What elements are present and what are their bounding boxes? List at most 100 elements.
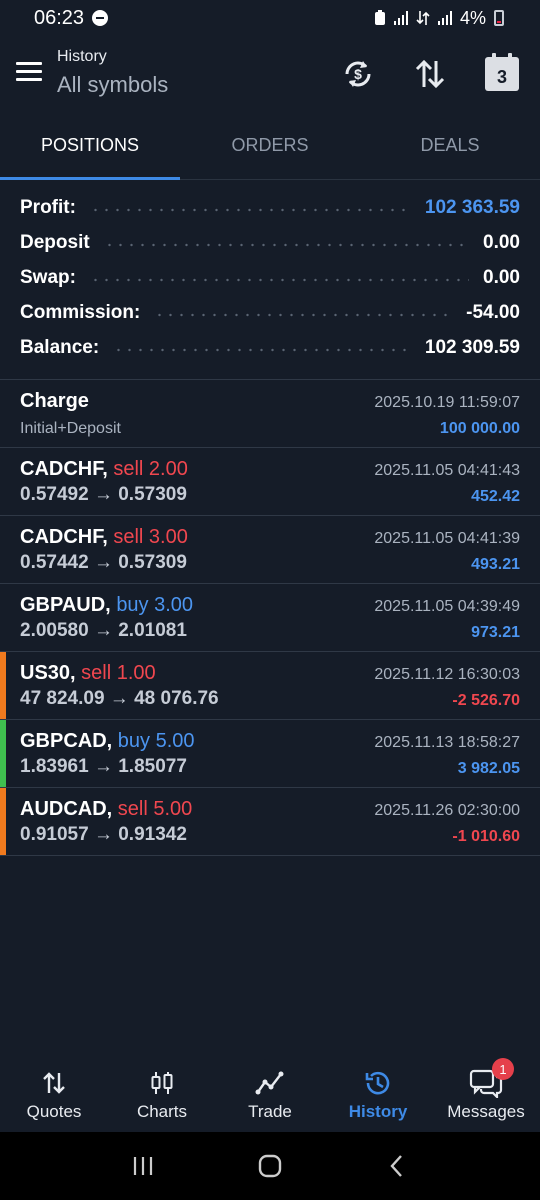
dot-leader (89, 277, 470, 282)
deal-detail: Initial+Deposit (20, 420, 121, 437)
symbol-filter[interactable]: All symbols (57, 72, 168, 98)
menu-icon[interactable] (16, 62, 42, 82)
nav-charts[interactable]: Charts (108, 1058, 216, 1132)
list-item[interactable]: US30, sell 1.00 47 824.09 → 48 076.76 20… (0, 652, 540, 720)
list-item[interactable]: CADCHF, sell 2.00 0.57492 → 0.57309 2025… (0, 448, 540, 516)
dot-leader (154, 312, 453, 317)
balance-label: Balance: (20, 336, 100, 358)
deals-list: Charge Initial+Deposit 2025.10.19 11:59:… (0, 380, 540, 856)
nav-quotes[interactable]: Quotes (0, 1058, 108, 1132)
signal-icon (393, 11, 408, 25)
status-bar: 06:23 4% (0, 0, 540, 36)
signal-icon-2 (437, 11, 452, 25)
dot-leader (103, 242, 470, 247)
deal-symbol: GBPCAD, buy 5.00 (20, 730, 195, 752)
deal-detail: 0.57442 → 0.57309 (20, 552, 187, 573)
battery-icon (494, 10, 504, 26)
nav-trade[interactable]: Trade (216, 1058, 324, 1132)
deal-detail: 47 824.09 → 48 076.76 (20, 688, 219, 709)
nav-label: Messages (447, 1102, 525, 1121)
status-bar-indicator (0, 448, 6, 515)
sort-icon (415, 59, 445, 89)
back-icon (390, 1155, 402, 1177)
deal-time: 2025.11.05 04:41:39 (374, 530, 520, 547)
deal-time: 2025.11.12 16:30:03 (374, 666, 520, 683)
deal-detail: 0.57492 → 0.57309 (20, 484, 187, 505)
deal-time: 2025.11.05 04:41:43 (374, 462, 520, 479)
nav-label: History (348, 1102, 408, 1121)
deal-symbol: US30, sell 1.00 (20, 662, 156, 684)
deal-side: sell 1.00 (81, 662, 156, 684)
profit-value: 102 363.59 (424, 196, 520, 218)
history-tabs: POSITIONS ORDERS DEALS (0, 112, 540, 180)
status-time: 06:23 (34, 6, 85, 29)
deal-symbol: GBPAUD, buy 3.00 (20, 594, 194, 616)
swap-label: Swap: (20, 266, 76, 288)
status-icons: 4% (374, 8, 504, 29)
deal-side: sell 3.00 (113, 526, 188, 548)
currency-exchange-icon: $ (345, 61, 371, 87)
deal-profit: -2 526.70 (452, 692, 520, 709)
status-bar-indicator (0, 652, 6, 719)
deal-symbol: CADCHF, sell 3.00 (20, 526, 188, 548)
swap-value: 0.00 (483, 266, 520, 288)
profit-label: Profit: (20, 196, 76, 218)
nav-label: Trade (248, 1102, 292, 1121)
dot-leader (89, 207, 411, 212)
summary-swap: Swap: 0.00 (0, 260, 540, 295)
list-item[interactable]: GBPCAD, buy 5.00 1.83961 → 1.85077 2025.… (0, 720, 540, 788)
trade-icon (255, 1068, 285, 1098)
quotes-icon (41, 1068, 67, 1098)
svg-text:$: $ (354, 66, 362, 82)
deal-symbol: Charge (20, 390, 89, 412)
list-item[interactable]: GBPAUD, buy 3.00 2.00580 → 2.01081 2025.… (0, 584, 540, 652)
deal-symbol: CADCHF, sell 2.00 (20, 458, 188, 480)
toolbar: History All symbols $ 3 (0, 36, 540, 112)
page-title: History (57, 48, 107, 65)
commission-value: -54.00 (466, 301, 520, 323)
system-navigation-bar (0, 1132, 540, 1200)
deal-profit: 100 000.00 (439, 420, 520, 437)
nav-label: Charts (136, 1102, 188, 1121)
deal-time: 2025.11.26 02:30:00 (374, 802, 520, 819)
bottom-navigation: Quotes Charts Trade History 1 Messages (0, 1058, 540, 1132)
home-button[interactable] (250, 1146, 290, 1186)
tab-positions[interactable]: POSITIONS (0, 112, 180, 180)
deal-time: 2025.10.19 11:59:07 (374, 394, 520, 411)
sort-button[interactable] (410, 54, 450, 94)
deal-time: 2025.11.05 04:39:49 (374, 598, 520, 615)
deal-side: buy 5.00 (117, 730, 195, 752)
back-button[interactable] (377, 1146, 417, 1186)
home-icon (258, 1154, 282, 1178)
recent-apps-button[interactable] (123, 1146, 163, 1186)
currency-exchange-button[interactable]: $ (338, 54, 378, 94)
summary-deposit: Deposit 0.00 (0, 225, 540, 260)
deal-profit: 452.42 (471, 488, 520, 505)
nav-history[interactable]: History (324, 1058, 432, 1132)
deal-detail: 1.83961 → 1.85077 (20, 756, 187, 777)
nav-messages[interactable]: 1 Messages (432, 1058, 540, 1132)
balance-value: 102 309.59 (424, 336, 520, 358)
list-item[interactable]: CADCHF, sell 3.00 0.57442 → 0.57309 2025… (0, 516, 540, 584)
summary-commission: Commission: -54.00 (0, 295, 540, 330)
nav-label: Quotes (26, 1102, 82, 1121)
deal-profit: 3 982.05 (457, 760, 520, 777)
summary-balance: Balance: 102 309.59 (0, 330, 540, 365)
commission-label: Commission: (20, 301, 141, 323)
deal-side: sell 5.00 (117, 798, 193, 820)
history-icon (363, 1068, 393, 1098)
deal-side: buy 3.00 (116, 594, 194, 616)
summary-profit: Profit: 102 363.59 (0, 190, 540, 225)
deal-profit: 493.21 (471, 556, 520, 573)
tab-deals[interactable]: DEALS (360, 112, 540, 179)
list-item[interactable]: Charge Initial+Deposit 2025.10.19 11:59:… (0, 380, 540, 448)
deal-profit: -1 010.60 (452, 828, 520, 845)
summary-panel: Profit: 102 363.59 Deposit 0.00 Swap: 0.… (0, 190, 540, 365)
tab-orders[interactable]: ORDERS (180, 112, 360, 179)
calendar-button[interactable]: 3 (482, 53, 522, 94)
do-not-disturb-icon (92, 10, 109, 26)
deal-symbol: AUDCAD, sell 5.00 (20, 798, 193, 820)
list-item[interactable]: AUDCAD, sell 5.00 0.91057 → 0.91342 2025… (0, 788, 540, 856)
dot-leader (113, 347, 411, 352)
battery-percent: 4% (459, 7, 486, 28)
